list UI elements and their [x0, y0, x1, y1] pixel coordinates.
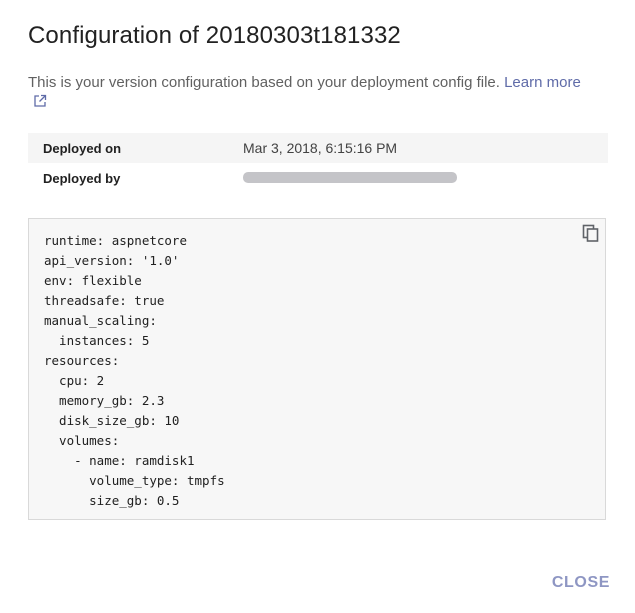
- external-link-icon: [33, 94, 47, 108]
- deployed-on-label: Deployed on: [43, 140, 122, 156]
- description-text: This is your version configuration based…: [28, 74, 500, 91]
- dialog-description: This is your version configuration based…: [28, 73, 588, 113]
- redacted-email: [243, 172, 457, 183]
- deployed-by-value: [243, 170, 457, 186]
- close-button[interactable]: CLOSE: [552, 574, 610, 592]
- config-yaml: runtime: aspnetcore api_version: '1.0' e…: [44, 233, 225, 508]
- configuration-dialog: Configuration of 20180303t181332 This is…: [0, 0, 635, 613]
- config-code-block: runtime: aspnetcore api_version: '1.0' e…: [28, 218, 606, 520]
- dialog-title: Configuration of 20180303t181332: [28, 22, 401, 49]
- info-row-deployed-by: Deployed by: [28, 163, 608, 193]
- info-row-deployed-on: Deployed on Mar 3, 2018, 6:15:16 PM: [28, 133, 608, 163]
- learn-more-label: Learn more: [504, 74, 581, 91]
- deployed-on-value: Mar 3, 2018, 6:15:16 PM: [243, 140, 398, 156]
- deployed-by-label: Deployed by: [43, 170, 121, 186]
- copy-icon[interactable]: [581, 223, 601, 243]
- deployment-info-table: Deployed on Mar 3, 2018, 6:15:16 PM Depl…: [28, 133, 608, 193]
